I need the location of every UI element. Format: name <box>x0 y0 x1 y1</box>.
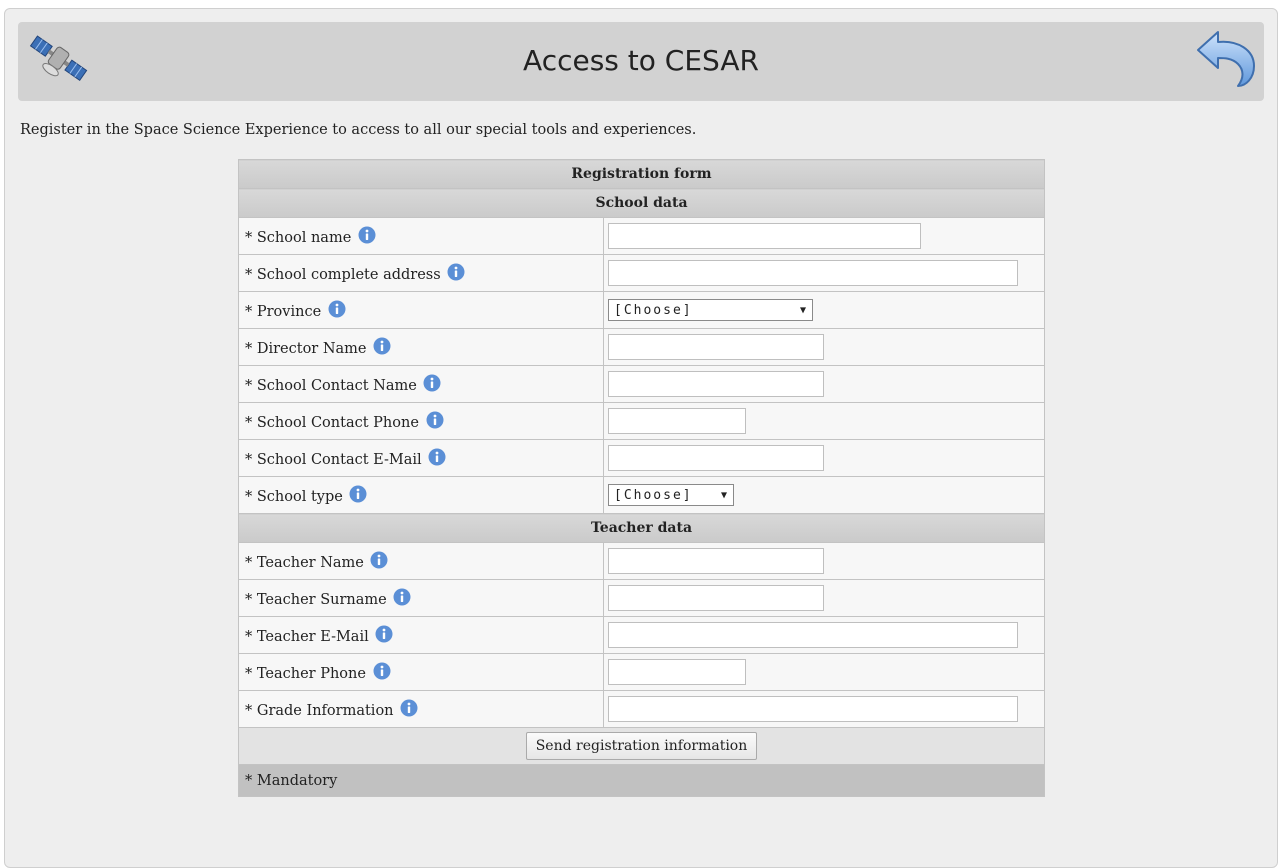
teacher-surname-label: * Teacher Surname <box>245 592 387 608</box>
page-header: Access to CESAR <box>18 22 1264 101</box>
info-icon[interactable] <box>349 485 367 503</box>
form-row-grade-information: * Grade Information <box>238 690 1045 728</box>
director-name-label: * Director Name <box>245 341 367 357</box>
info-icon[interactable] <box>375 625 393 643</box>
mandatory-note: * Mandatory <box>238 764 1045 797</box>
school-contact-name-input[interactable] <box>608 371 824 397</box>
form-row-teacher-name: * Teacher Name <box>238 542 1045 580</box>
dropdown-arrow-icon: ▼ <box>799 304 806 316</box>
school-contact-e-mail-input[interactable] <box>608 445 824 471</box>
field-input-cell <box>603 653 1045 691</box>
teacher-name-label: * Teacher Name <box>245 555 364 571</box>
info-icon[interactable] <box>423 374 441 392</box>
select-value: [Choose] <box>614 302 693 318</box>
field-label-cell: * Teacher E-Mail <box>238 616 604 654</box>
field-label-cell: * Grade Information <box>238 690 604 728</box>
field-label-cell: * School name <box>238 217 604 255</box>
form-row-teacher-e-mail: * Teacher E-Mail <box>238 616 1045 654</box>
form-title-row: Registration form <box>238 159 1045 189</box>
field-label-cell: * Teacher Phone <box>238 653 604 691</box>
province-select[interactable]: [Choose] ▼ <box>608 299 813 321</box>
teacher-e-mail-input[interactable] <box>608 622 1018 648</box>
field-input-cell <box>603 439 1045 477</box>
form-row-director-name: * Director Name <box>238 328 1045 366</box>
form-row-school-name: * School name <box>238 217 1045 255</box>
field-input-cell <box>603 365 1045 403</box>
teacher-data-header-row: Teacher data <box>238 513 1045 543</box>
director-name-input[interactable] <box>608 334 824 360</box>
school-complete-address-label: * School complete address <box>245 267 441 283</box>
field-input-cell: [Choose] ▼ <box>603 291 1045 329</box>
info-icon[interactable] <box>370 551 388 569</box>
form-row-province: * Province [Choose] ▼ <box>238 291 1045 329</box>
school-name-label: * School name <box>245 230 352 246</box>
select-value: [Choose] <box>614 487 693 503</box>
field-label-cell: * School Contact Phone <box>238 402 604 440</box>
back-arrow-icon[interactable] <box>1194 28 1258 88</box>
footer-row: * Mandatory <box>238 764 1045 797</box>
field-input-cell <box>603 328 1045 366</box>
field-label-cell: * Director Name <box>238 328 604 366</box>
field-input-cell <box>603 402 1045 440</box>
info-icon[interactable] <box>393 588 411 606</box>
teacher-name-input[interactable] <box>608 548 824 574</box>
school-data-header-row: School data <box>238 188 1045 218</box>
field-input-cell <box>603 579 1045 617</box>
teacher-surname-input[interactable] <box>608 585 824 611</box>
field-label-cell: * Province <box>238 291 604 329</box>
field-label-cell: * Teacher Surname <box>238 579 604 617</box>
field-input-cell <box>603 616 1045 654</box>
form-row-school-contact-phone: * School Contact Phone <box>238 402 1045 440</box>
info-icon[interactable] <box>400 699 418 717</box>
form-row-school-contact-name: * School Contact Name <box>238 365 1045 403</box>
field-input-cell: [Choose] ▼ <box>603 476 1045 514</box>
school-type-label: * School type <box>245 489 343 505</box>
teacher-e-mail-label: * Teacher E-Mail <box>245 629 369 645</box>
form-row-teacher-phone: * Teacher Phone <box>238 653 1045 691</box>
info-icon[interactable] <box>447 263 465 281</box>
submit-cell: Send registration information <box>238 727 1045 765</box>
field-input-cell <box>603 690 1045 728</box>
dropdown-arrow-icon: ▼ <box>720 489 727 501</box>
info-icon[interactable] <box>328 300 346 318</box>
teacher-phone-input[interactable] <box>608 659 746 685</box>
form-row-school-complete-address: * School complete address <box>238 254 1045 292</box>
grade-information-input[interactable] <box>608 696 1018 722</box>
form-title: Registration form <box>238 159 1045 189</box>
school-contact-phone-input[interactable] <box>608 408 746 434</box>
school-complete-address-input[interactable] <box>608 260 1018 286</box>
form-row-teacher-surname: * Teacher Surname <box>238 579 1045 617</box>
registration-form: Registration form School data * School na… <box>238 159 1045 797</box>
intro-text: Register in the Space Science Experience… <box>20 122 697 138</box>
page-title: Access to CESAR <box>523 44 759 77</box>
info-icon[interactable] <box>358 226 376 244</box>
field-label-cell: * School Contact Name <box>238 365 604 403</box>
info-icon[interactable] <box>428 448 446 466</box>
info-icon[interactable] <box>373 337 391 355</box>
school-data-header: School data <box>238 188 1045 218</box>
school-contact-phone-label: * School Contact Phone <box>245 415 419 431</box>
teacher-data-header: Teacher data <box>238 513 1045 543</box>
info-icon[interactable] <box>426 411 444 429</box>
field-label-cell: * School complete address <box>238 254 604 292</box>
field-input-cell <box>603 217 1045 255</box>
field-input-cell <box>603 254 1045 292</box>
school-type-select[interactable]: [Choose] ▼ <box>608 484 734 506</box>
field-label-cell: * Teacher Name <box>238 542 604 580</box>
send-registration-button[interactable]: Send registration information <box>525 732 758 760</box>
field-label-cell: * School Contact E-Mail <box>238 439 604 477</box>
grade-information-label: * Grade Information <box>245 703 394 719</box>
field-label-cell: * School type <box>238 476 604 514</box>
form-row-school-type: * School type [Choose] ▼ <box>238 476 1045 514</box>
province-label: * Province <box>245 304 322 320</box>
school-contact-e-mail-label: * School Contact E-Mail <box>245 452 422 468</box>
school-name-input[interactable] <box>608 223 921 249</box>
school-contact-name-label: * School Contact Name <box>245 378 417 394</box>
submit-row: Send registration information <box>238 727 1045 765</box>
teacher-phone-label: * Teacher Phone <box>245 666 366 682</box>
info-icon[interactable] <box>373 662 391 680</box>
form-row-school-contact-e-mail: * School Contact E-Mail <box>238 439 1045 477</box>
field-input-cell <box>603 542 1045 580</box>
